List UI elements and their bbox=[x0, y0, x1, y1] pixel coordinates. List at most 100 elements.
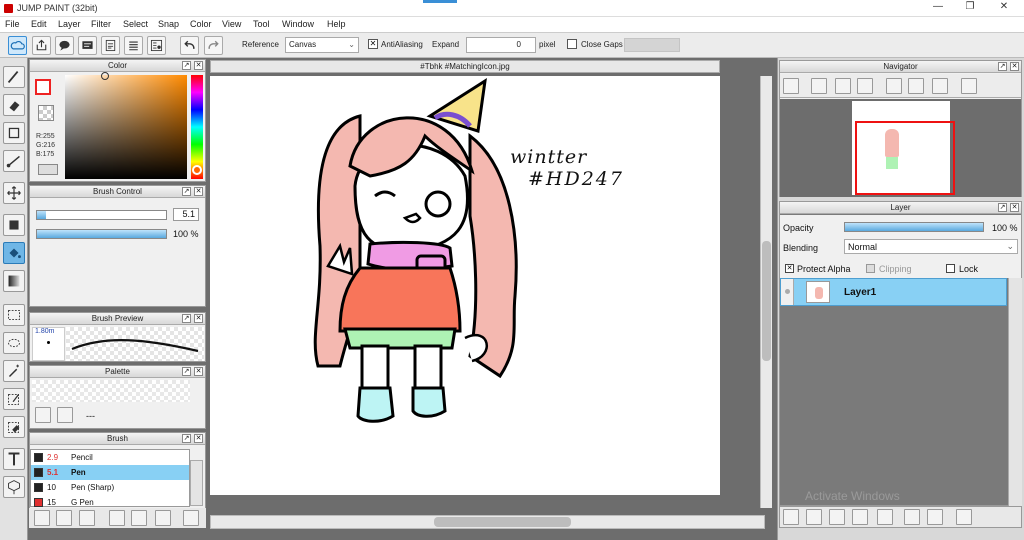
close-panel-icon[interactable]: ✕ bbox=[1010, 62, 1019, 71]
close-panel-icon[interactable]: ✕ bbox=[194, 434, 203, 443]
layer-visibility-toggle[interactable] bbox=[781, 279, 794, 305]
rect-select-icon[interactable] bbox=[3, 304, 25, 326]
settings-list-icon[interactable] bbox=[147, 36, 166, 55]
new-palette-icon[interactable] bbox=[35, 407, 51, 423]
navigator-viewport-frame[interactable] bbox=[855, 121, 955, 195]
duplicate-layer-icon[interactable] bbox=[904, 509, 920, 525]
brush-duplicate-icon[interactable] bbox=[155, 510, 171, 526]
export-icon[interactable] bbox=[32, 36, 51, 55]
new-layer-image-icon[interactable] bbox=[806, 509, 822, 525]
move-tool-icon[interactable] bbox=[3, 182, 25, 204]
blending-select[interactable]: Normal ⌄ bbox=[844, 239, 1018, 254]
eyedropper-icon[interactable] bbox=[38, 164, 58, 175]
transparent-color-swatch[interactable] bbox=[38, 105, 54, 121]
rotate-right-icon[interactable] bbox=[932, 78, 948, 94]
menu-tool[interactable]: Tool bbox=[253, 19, 270, 29]
clipping-checkbox[interactable] bbox=[866, 264, 875, 273]
redo-icon[interactable] bbox=[204, 36, 223, 55]
menu-edit[interactable]: Edit bbox=[31, 19, 47, 29]
undock-icon[interactable]: ↗ bbox=[998, 203, 1007, 212]
gradient-tool-icon[interactable] bbox=[3, 270, 25, 292]
new-text-layer-icon[interactable] bbox=[829, 509, 845, 525]
close-button[interactable]: ✕ bbox=[982, 1, 1024, 15]
brush-list-scrollbar[interactable] bbox=[190, 460, 203, 506]
new-screentone-layer-icon[interactable] bbox=[852, 509, 868, 525]
drawing-canvas[interactable]: wintter #HD247 bbox=[210, 76, 720, 495]
menu-filter[interactable]: Filter bbox=[91, 19, 111, 29]
brush-opacity-slider[interactable] bbox=[36, 229, 167, 239]
protect-alpha-checkbox[interactable]: ✕ bbox=[785, 264, 794, 273]
horizontal-scroll-thumb[interactable] bbox=[434, 517, 571, 527]
delete-brush-icon[interactable] bbox=[183, 510, 199, 526]
document-tab[interactable]: #Tbhk #MatchingIcon.jpg bbox=[210, 60, 720, 73]
menu-help[interactable]: Help bbox=[327, 19, 346, 29]
undock-icon[interactable]: ↗ bbox=[998, 62, 1007, 71]
eraser-tool-icon[interactable] bbox=[3, 94, 25, 116]
brush-item-pencil[interactable]: 2.9 Pencil bbox=[31, 450, 189, 465]
brush-copy-icon[interactable] bbox=[109, 510, 125, 526]
select-pen-icon[interactable] bbox=[3, 388, 25, 410]
reference-select[interactable]: Canvas ⌄ bbox=[285, 37, 359, 53]
lasso-select-icon[interactable] bbox=[3, 332, 25, 354]
hue-slider[interactable] bbox=[191, 75, 203, 179]
close-panel-icon[interactable]: ✕ bbox=[194, 61, 203, 70]
undock-icon[interactable]: ↗ bbox=[182, 367, 191, 376]
saturation-value-picker[interactable] bbox=[65, 72, 187, 179]
layer-row[interactable]: Layer1 bbox=[780, 278, 1007, 306]
layer-list-scrollbar[interactable] bbox=[1008, 278, 1022, 506]
new-folder-icon[interactable] bbox=[877, 509, 893, 525]
foreground-color-swatch[interactable] bbox=[35, 79, 51, 95]
new-layer-icon[interactable] bbox=[783, 509, 799, 525]
hue-slider-handle[interactable] bbox=[192, 165, 202, 175]
zoom-in-icon[interactable] bbox=[783, 78, 799, 94]
magic-wand-icon[interactable] bbox=[3, 360, 25, 382]
menu-view[interactable]: View bbox=[222, 19, 241, 29]
menu-file[interactable]: File bbox=[5, 19, 20, 29]
menu-layer[interactable]: Layer bbox=[58, 19, 81, 29]
expand-input[interactable]: 0 bbox=[466, 37, 536, 53]
undock-icon[interactable]: ↗ bbox=[182, 61, 191, 70]
undock-icon[interactable]: ↗ bbox=[182, 314, 191, 323]
new-brush-icon[interactable] bbox=[56, 510, 72, 526]
delete-palette-icon[interactable] bbox=[57, 407, 73, 423]
close-panel-icon[interactable]: ✕ bbox=[194, 314, 203, 323]
menu-color[interactable]: Color bbox=[190, 19, 212, 29]
menu-select[interactable]: Select bbox=[123, 19, 148, 29]
layer-opacity-slider[interactable] bbox=[844, 222, 984, 232]
zoom-out-icon[interactable] bbox=[857, 78, 873, 94]
flip-horizontal-icon[interactable] bbox=[961, 78, 977, 94]
bucket-tool-icon[interactable] bbox=[3, 242, 25, 264]
color-picker-cursor[interactable] bbox=[101, 72, 109, 80]
zoom-in-icon[interactable] bbox=[811, 78, 827, 94]
undo-icon[interactable] bbox=[180, 36, 199, 55]
close-panel-icon[interactable]: ✕ bbox=[194, 187, 203, 196]
rotate-left-icon[interactable] bbox=[886, 78, 902, 94]
text-tool-icon[interactable] bbox=[3, 448, 25, 470]
brush-size-slider[interactable] bbox=[36, 210, 167, 220]
brush-item-pen-sharp[interactable]: 10 Pen (Sharp) bbox=[31, 480, 189, 495]
vertical-scroll-thumb[interactable] bbox=[762, 241, 771, 361]
undock-icon[interactable]: ↗ bbox=[182, 434, 191, 443]
brush-size-value[interactable]: 5.1 bbox=[173, 208, 199, 221]
list-icon[interactable] bbox=[124, 36, 143, 55]
balloon-tool-icon[interactable] bbox=[3, 476, 25, 498]
brush-folder-icon[interactable] bbox=[131, 510, 147, 526]
lock-checkbox[interactable] bbox=[946, 264, 955, 273]
horizontal-scrollbar[interactable] bbox=[210, 515, 765, 529]
close-panel-icon[interactable]: ✕ bbox=[1010, 203, 1019, 212]
line-tool-icon[interactable] bbox=[3, 150, 25, 172]
document-icon[interactable] bbox=[101, 36, 120, 55]
menu-window[interactable]: Window bbox=[282, 19, 314, 29]
comment-icon[interactable] bbox=[55, 36, 74, 55]
close-gaps-slider[interactable] bbox=[624, 38, 680, 52]
brush-item-pen[interactable]: 5.1 Pen bbox=[31, 465, 189, 480]
message-icon[interactable] bbox=[78, 36, 97, 55]
brush-settings-icon[interactable] bbox=[34, 510, 50, 526]
delete-layer-icon[interactable] bbox=[956, 509, 972, 525]
brush-menu-icon[interactable] bbox=[79, 510, 95, 526]
reset-view-icon[interactable] bbox=[908, 78, 924, 94]
select-eraser-icon[interactable] bbox=[3, 416, 25, 438]
menu-snap[interactable]: Snap bbox=[158, 19, 179, 29]
cloud-icon[interactable] bbox=[8, 36, 27, 55]
merge-layer-icon[interactable] bbox=[927, 509, 943, 525]
